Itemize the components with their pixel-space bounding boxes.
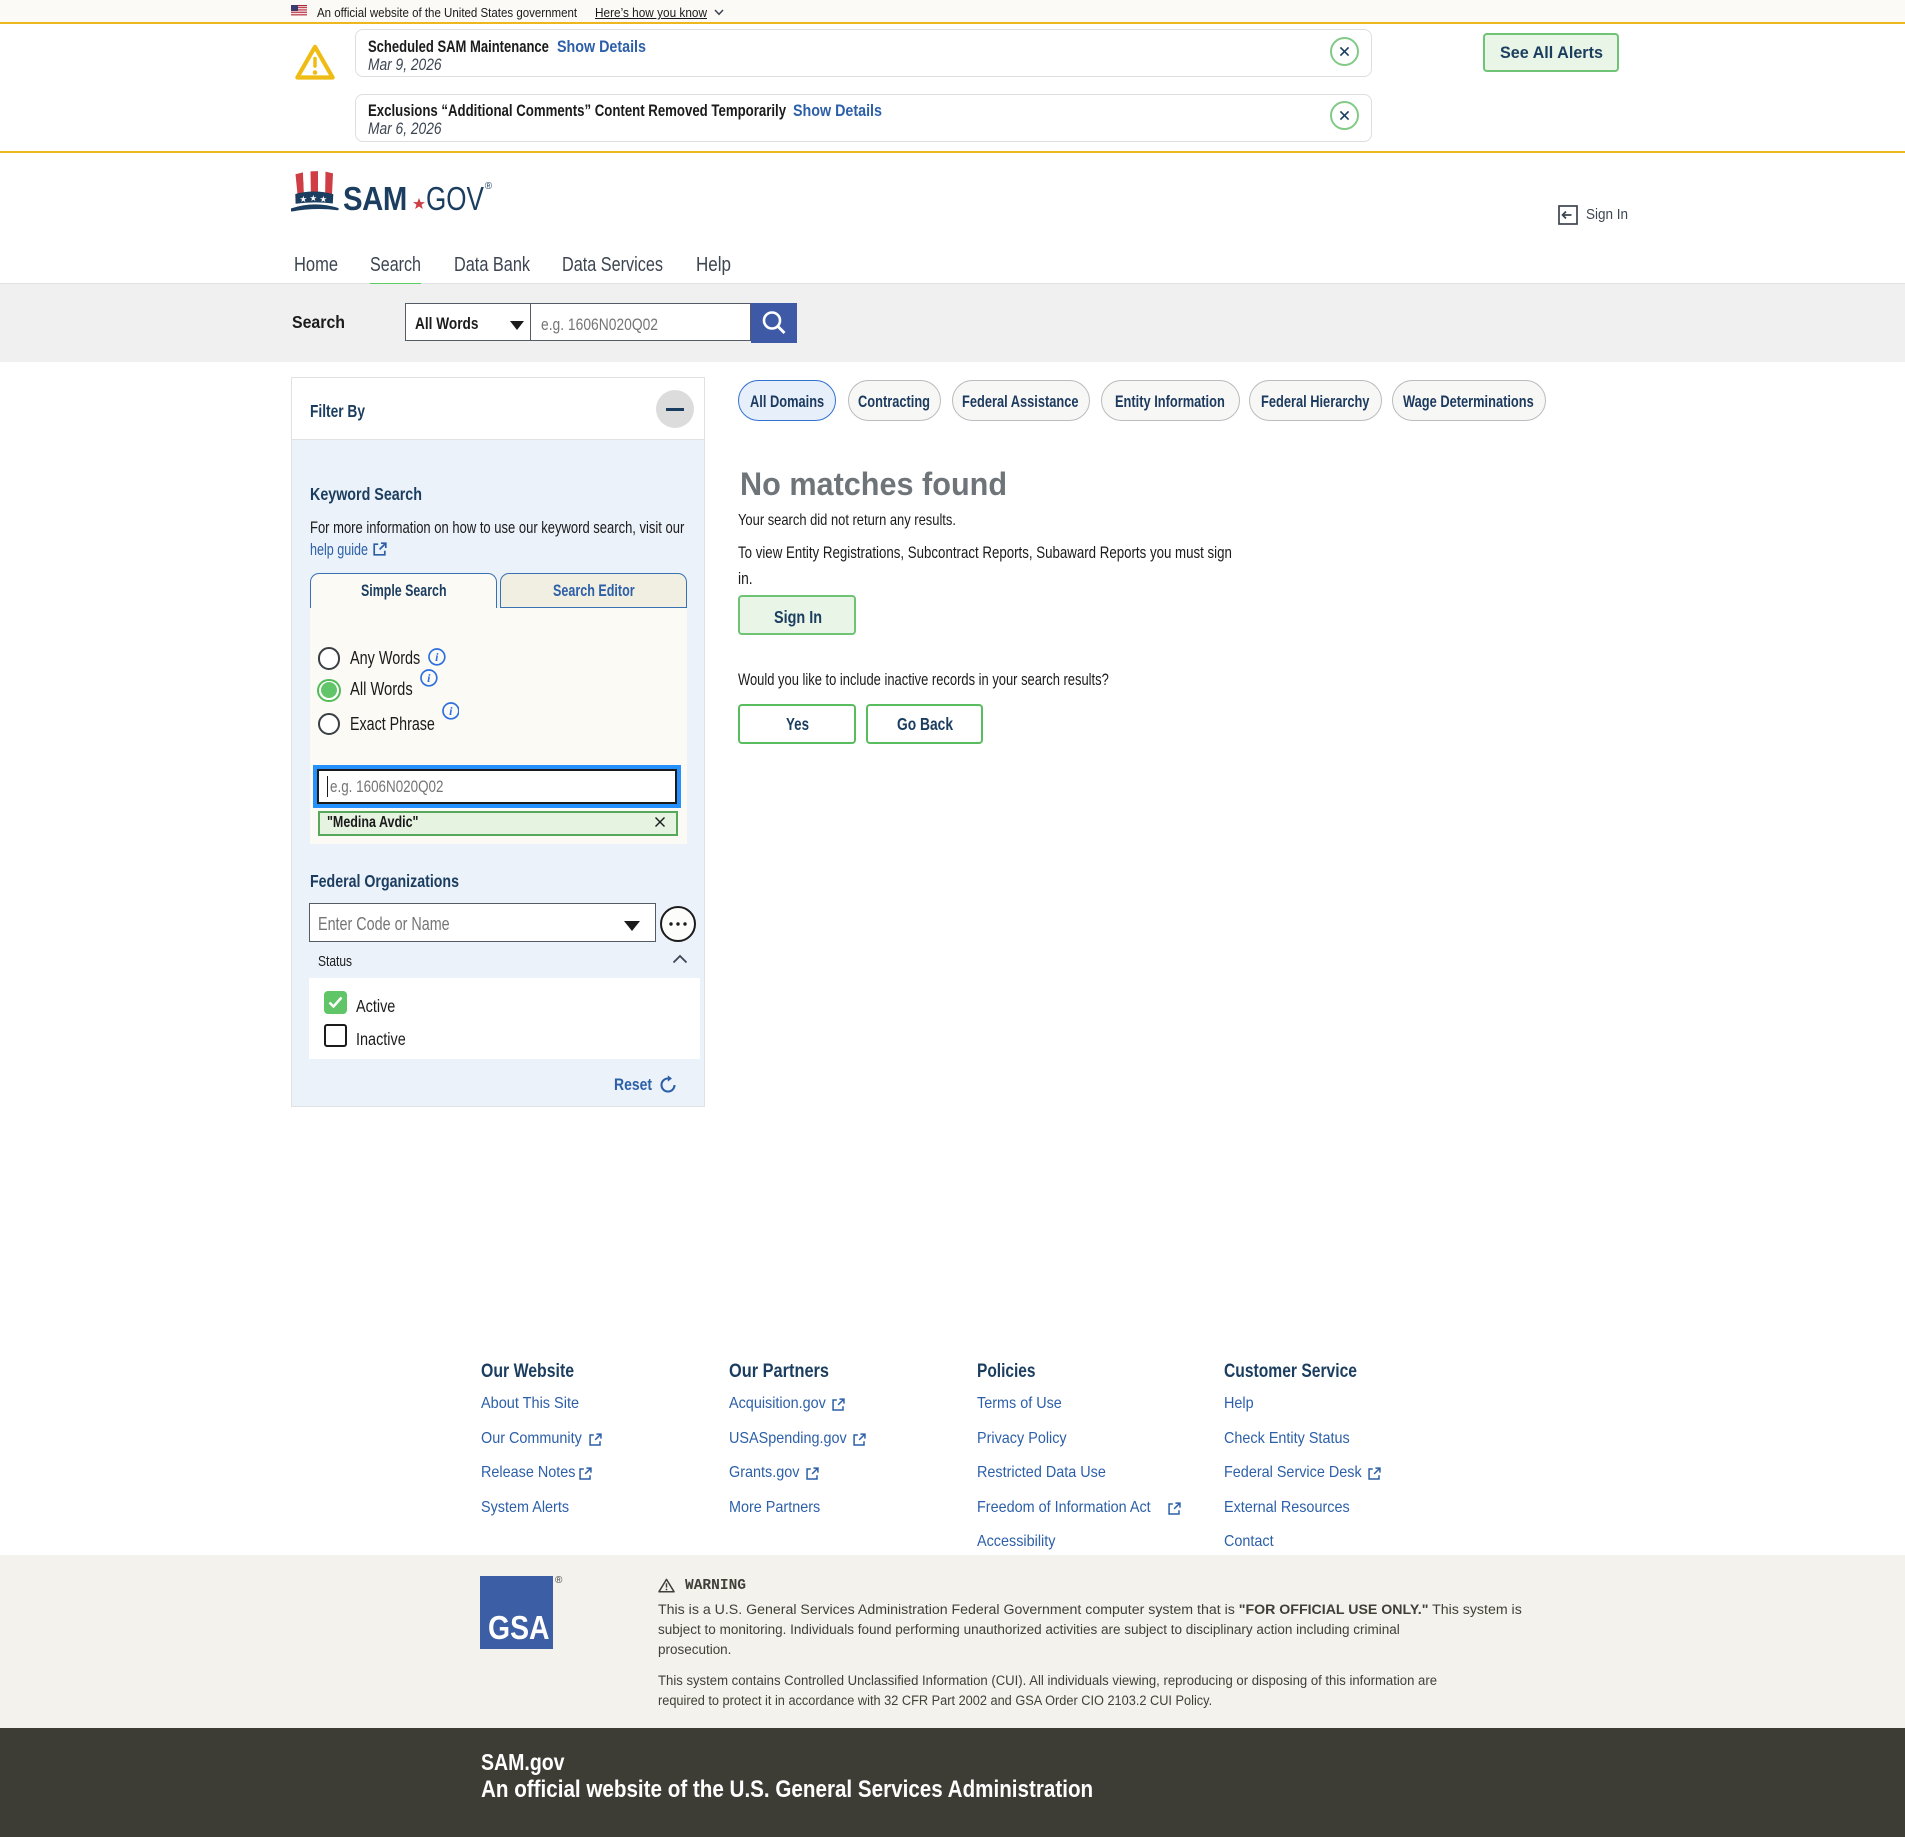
svg-text:i: i	[449, 704, 453, 718]
svg-text:★: ★	[310, 193, 318, 203]
svg-text:★: ★	[300, 194, 308, 204]
svg-text:i: i	[435, 650, 439, 664]
svg-text:i: i	[427, 671, 431, 685]
svg-text:★: ★	[320, 194, 328, 204]
